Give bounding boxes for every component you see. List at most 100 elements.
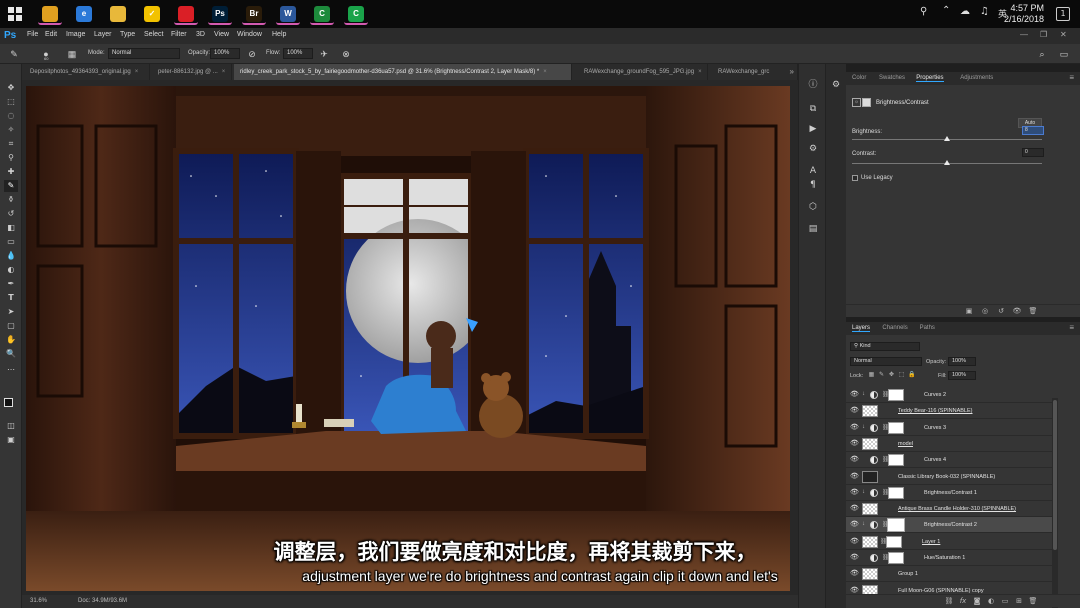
edit-toolbar-icon[interactable]: ⋯ [4,364,18,376]
visibility-eye-icon[interactable]: 👁 [850,473,859,481]
minimize-icon[interactable]: — [1020,30,1028,39]
visibility-eye-icon[interactable]: 👁 [850,424,859,432]
taskbar-app[interactable] [174,3,198,25]
taskbar-app[interactable] [38,3,62,25]
taskbar-app[interactable]: W [276,3,300,25]
layer-row[interactable]: 👁 ⛓ Curves 4 [846,452,1052,469]
zoom-tool-icon[interactable]: 🔍 [4,348,18,360]
actions-icon[interactable]: ▶ [806,122,820,136]
visibility-eye-icon[interactable]: 👁 [850,391,859,399]
layer-thumbnail[interactable] [862,437,878,450]
brush-panel-icon[interactable]: ▦ [66,48,78,60]
document-tab[interactable]: RAWexchange_groundFog_595_JPG.jpg × [578,64,708,80]
taskbar-app[interactable]: ✓ [140,3,164,25]
layers-scrollbar-thumb[interactable] [1053,400,1057,550]
reset-icon[interactable]: ↺ [996,307,1006,316]
more-tabs-icon[interactable]: » [790,67,794,76]
document-tab[interactable]: ridley_creek_park_stock_5_by_fairiegoodm… [234,64,572,80]
menu-layer[interactable]: Layer [94,31,112,38]
clock[interactable]: 4:57 PM 2/16/2018 [992,3,1044,25]
zoom-level[interactable]: 31.6% [30,598,47,604]
airbrush-icon[interactable]: ✈ [318,48,330,60]
layer-mask-thumbnail[interactable] [888,486,904,499]
libraries-icon[interactable]: ▤ [806,222,820,236]
volume-icon[interactable]: ♫ [980,6,989,17]
lock-position-icon[interactable]: ✥ [888,372,895,379]
tab-properties[interactable]: Properties [916,75,944,82]
notification-icon[interactable]: 1 [1056,7,1070,21]
tool-presets-icon[interactable]: ⚙ [806,142,820,156]
workspace-icon[interactable]: ▭ [1058,48,1070,60]
menu-select[interactable]: Select [144,31,163,38]
layer-row[interactable]: 👁 Antique Brass Candle Holder-310 (SPINNA… [846,501,1052,518]
visibility-eye-icon[interactable]: 👁 [850,440,859,448]
layer-mask-thumbnail[interactable] [888,454,904,467]
restore-icon[interactable]: ❐ [1040,30,1047,39]
layer-opacity-field[interactable]: 100% [948,357,976,366]
layer-row[interactable]: 👁 Classic Library Book-032 (SPINNABLE) [846,469,1052,485]
menu-edit[interactable]: Edit [45,31,57,38]
new-layer-icon[interactable]: ⊞ [1014,597,1024,606]
quick-mask-icon[interactable]: ◫ [4,420,18,432]
paragraph-icon[interactable]: ¶ [806,178,820,192]
lock-artboard-icon[interactable]: ⬚ [898,372,905,379]
lock-transparent-icon[interactable]: ▦ [868,372,875,379]
character-icon[interactable]: A [806,164,820,178]
layers-menu-icon[interactable]: ≡ [1069,323,1074,332]
chevron-up-icon[interactable]: ⌃ [942,5,950,16]
tab-close-icon[interactable]: × [698,69,702,75]
fill-field[interactable]: 100% [948,371,976,380]
opacity-field[interactable]: 100% [210,48,240,59]
menu-help[interactable]: Help [272,31,286,38]
shape-tool-icon[interactable]: ▢ [4,320,18,332]
document-tab[interactable]: RAWexchange_grc [712,64,798,80]
gradient-tool-icon[interactable]: ▭ [4,236,18,248]
taskbar-app[interactable]: C [344,3,368,25]
layer-row[interactable]: 👁 ↓ ⛓ Brightness/Contrast 1 [846,485,1052,501]
marquee-tool-icon[interactable]: ⬚ [4,96,18,108]
windows-start-icon[interactable] [8,7,22,21]
hand-tool-icon[interactable]: ✋ [4,334,18,346]
search-icon[interactable]: ⌕ [1036,48,1048,60]
menu-3d[interactable]: 3D [196,31,205,38]
layer-thumbnail[interactable] [862,470,878,483]
healing-tool-icon[interactable]: ✚ [4,166,18,178]
dodge-tool-icon[interactable]: ◐ [4,264,18,276]
history-brush-tool-icon[interactable]: ↺ [4,208,18,220]
document-tab[interactable]: Depositphotos_49364393_original.jpg × [24,64,150,80]
blend-mode-select[interactable]: Normal [850,357,922,366]
layer-row[interactable]: 👁 model [846,436,1052,452]
contrast-field[interactable]: 0 [1022,148,1044,157]
taskbar-app[interactable]: Ps [208,3,232,25]
layer-mask-thumbnail[interactable] [888,552,904,564]
taskbar-app[interactable] [106,3,130,25]
flow-field[interactable]: 100% [283,48,313,59]
brush-tool-icon[interactable]: ✎ [4,180,18,192]
mode-select[interactable]: Normal [108,48,180,59]
panel-menu-icon[interactable]: ≡ [1069,73,1074,82]
visibility-eye-icon[interactable]: 👁 [850,456,859,464]
type-tool-icon[interactable]: T [4,292,18,304]
tab-swatches[interactable]: Swatches [879,75,905,81]
brightness-field[interactable]: 8 [1022,126,1044,135]
delete-icon[interactable]: 🗑 [1028,307,1038,316]
info-icon[interactable]: ⓘ [806,78,820,92]
visibility-icon[interactable]: 👁 [1012,307,1022,316]
layer-row[interactable]: 👁 ⛓ Layer 1 [846,534,1052,550]
visibility-eye-icon[interactable]: 👁 [850,538,859,546]
layer-mask-thumbnail[interactable] [887,518,905,533]
brush-tool-icon[interactable]: ✎ [8,48,20,60]
mask-icon[interactable] [862,98,871,107]
tab-close-icon[interactable]: × [543,69,547,75]
add-mask-icon[interactable]: ◙ [972,597,982,606]
link-layers-icon[interactable]: ⛓ [944,597,954,606]
layer-filter-select[interactable]: ⚲ Kind [850,342,920,351]
delete-layer-icon[interactable]: 🗑 [1028,597,1038,606]
layer-style-icon[interactable]: fx [958,597,968,606]
quick-select-tool-icon[interactable]: ✧ [4,124,18,136]
document-tab[interactable]: peter-886132.jpg @ ... × [152,64,232,80]
use-legacy-checkbox[interactable] [852,175,858,181]
layer-row[interactable]: 👁 ↓ ⛓ Curves 2 [846,387,1052,403]
layer-mask-thumbnail[interactable] [888,421,904,434]
clip-to-layer-icon[interactable]: ▣ [964,307,974,316]
